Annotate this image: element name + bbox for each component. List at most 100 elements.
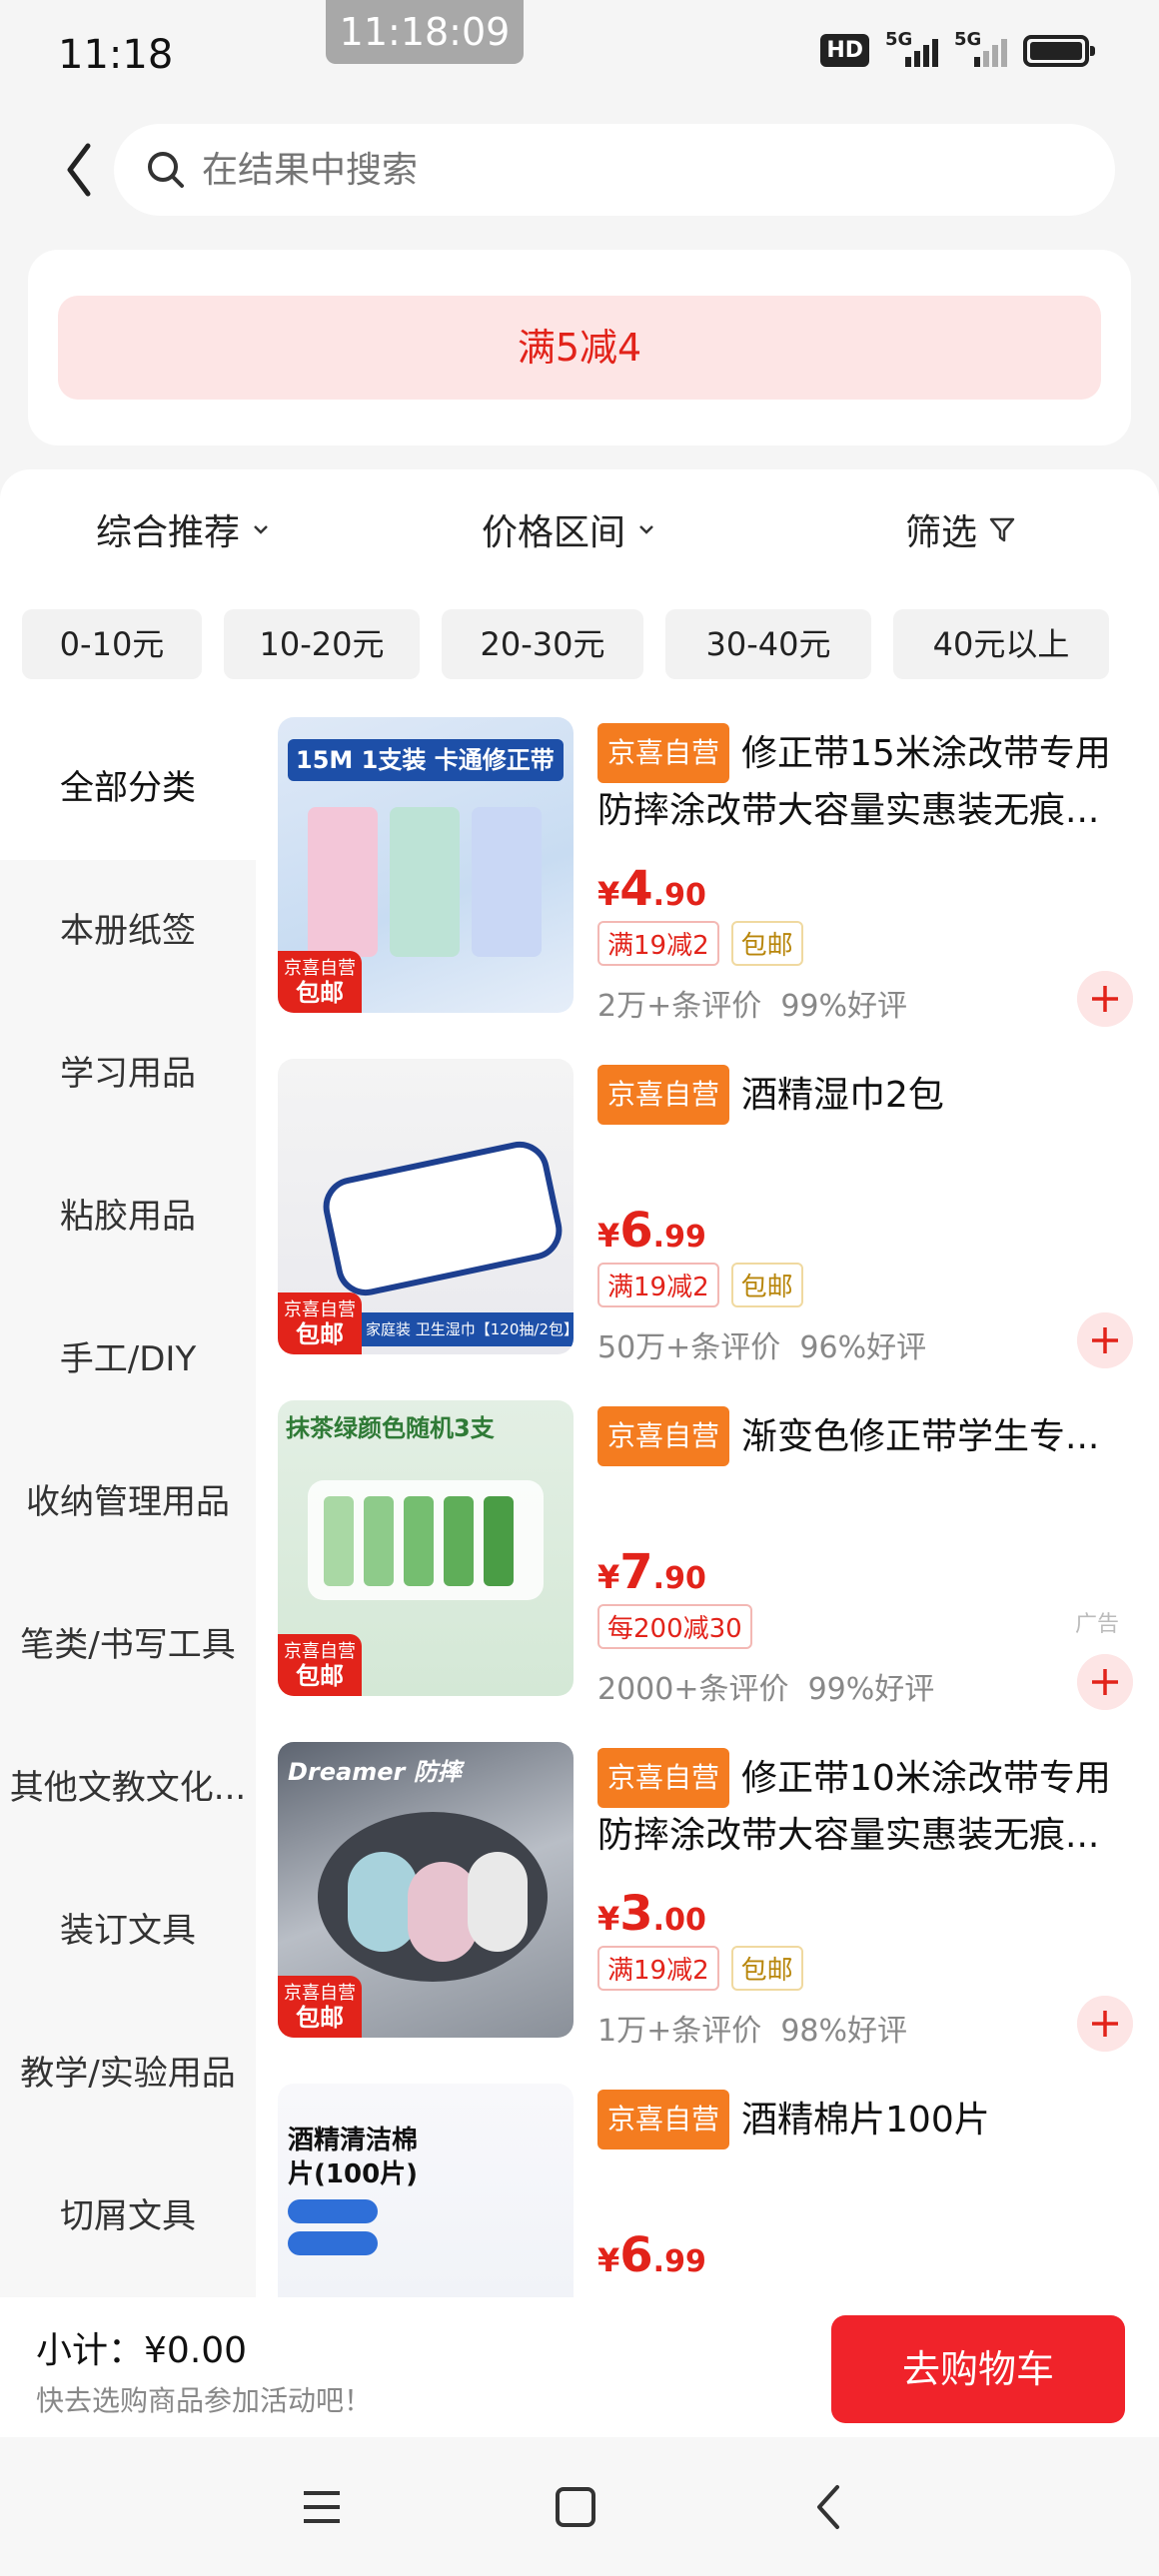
- product-title[interactable]: 京喜自营 酒精湿巾2包: [597, 1065, 1137, 1125]
- sort-label: 价格区间: [482, 512, 626, 553]
- self-operated-badge: 京喜自营: [597, 1065, 730, 1125]
- price-chip[interactable]: 0-10元: [22, 609, 202, 679]
- product-reviews: 50万+条评价 96%好评: [597, 1330, 927, 1365]
- sort-comprehensive[interactable]: 综合推荐: [96, 503, 272, 555]
- product-card[interactable]: 酒精清洁棉片(100片) 京喜自营 酒精棉片100片 ¥6.99: [256, 2084, 1159, 2297]
- product-card[interactable]: 抹茶绿颜色随机3支 京喜自营 包邮 京喜自营 渐变色修正带学生专... ¥7.90 …: [256, 1400, 1159, 1740]
- price-chip[interactable]: 30-40元: [665, 609, 871, 679]
- add-to-cart-icon[interactable]: [1077, 1312, 1133, 1368]
- search-input[interactable]: [202, 149, 1001, 191]
- header: [0, 120, 1159, 220]
- product-card[interactable]: 15M 1支装 卡通修正带 京喜自营 包邮 京喜自营 修正带15米涂改带专用防摔涂改…: [256, 717, 1159, 1057]
- chevron-down-icon: [639, 525, 653, 534]
- promo-tag: 满19减2: [597, 921, 719, 966]
- sort-label: 综合推荐: [96, 512, 241, 553]
- subtotal: 小计：¥0.00: [36, 2330, 248, 2371]
- ad-label: 广告: [1074, 1612, 1119, 1637]
- promo-tags: 满19减2 包邮: [597, 1946, 803, 1991]
- product-card[interactable]: 家庭装 卫生湿巾【120抽/2包】 京喜自营 包邮 京喜自营 酒精湿巾2包 ¥6.9…: [256, 1059, 1159, 1398]
- product-price: ¥4.90: [597, 861, 706, 917]
- thumb-badge: 京喜自营 包邮: [278, 1292, 362, 1354]
- category-item[interactable]: 笔类/书写工具: [0, 1574, 256, 1717]
- category-item[interactable]: 装订文具: [0, 1860, 256, 2003]
- promo-tag: 满19减2: [597, 1946, 719, 1991]
- product-image[interactable]: 家庭装 卫生湿巾【120抽/2包】 京喜自营 包邮: [278, 1059, 574, 1354]
- price-chip[interactable]: 40元以上: [893, 609, 1109, 679]
- add-to-cart-icon[interactable]: [1077, 971, 1133, 1027]
- cart-bar: 小计：¥0.00 快去选购商品参加活动吧！ 去购物车: [0, 2297, 1159, 2437]
- price-range-chips: 0-10元 10-20元 20-30元 30-40元 40元以上: [0, 609, 1159, 679]
- battery-icon: [1023, 34, 1095, 67]
- self-operated-badge: 京喜自营: [597, 1748, 730, 1808]
- image-caption: 家庭装 卫生湿巾【120抽/2包】: [362, 1312, 574, 1346]
- product-image[interactable]: 15M 1支装 卡通修正带 京喜自营 包邮: [278, 717, 574, 1013]
- promo-tags: 满19减2 包邮: [597, 921, 803, 966]
- product-reviews: 2000+条评价 99%好评: [597, 1672, 935, 1707]
- category-item[interactable]: 切屑文具: [0, 2146, 256, 2288]
- self-operated-badge: 京喜自营: [597, 1406, 730, 1466]
- promo-banner: 满5减4: [58, 296, 1101, 400]
- status-bar: 11:18 11:18:09 HD 5G 5G: [0, 0, 1159, 110]
- add-to-cart-icon[interactable]: [1077, 1654, 1133, 1710]
- signal-icon-1: 5G: [885, 29, 938, 67]
- self-operated-badge: 京喜自营: [597, 723, 730, 783]
- product-image[interactable]: 酒精清洁棉片(100片): [278, 2084, 574, 2297]
- back-arrow-icon[interactable]: [60, 140, 100, 200]
- thumb-badge: 京喜自营 包邮: [278, 1634, 362, 1696]
- category-item[interactable]: 粘胶用品: [0, 1146, 256, 1288]
- category-item[interactable]: 全部分类: [0, 717, 256, 860]
- promo-tags: 满19减2 包邮: [597, 1263, 803, 1307]
- add-to-cart-icon[interactable]: [1077, 1996, 1133, 2052]
- category-item[interactable]: 其他文教文化...: [0, 1717, 256, 1860]
- product-card[interactable]: Dreamer 防摔 京喜自营 包邮 京喜自营 修正带10米涂改带专用防摔涂改带大容…: [256, 1742, 1159, 2082]
- image-caption: Dreamer 防摔: [288, 1758, 462, 1786]
- search-bar[interactable]: [114, 124, 1115, 216]
- main-panel: 综合推荐 价格区间 筛选 0-10元 10-20元 20-30元 30-40元 …: [0, 469, 1159, 2297]
- category-item[interactable]: 收纳管理用品: [0, 1431, 256, 1574]
- promo-tag: 每200减30: [597, 1604, 752, 1649]
- category-item[interactable]: 教学/实验用品: [0, 2003, 256, 2146]
- go-to-cart-button[interactable]: 去购物车: [831, 2315, 1125, 2423]
- promo-card: 满5减4: [28, 250, 1131, 445]
- product-title[interactable]: 京喜自营 酒精棉片100片: [597, 2090, 1137, 2149]
- search-icon: [148, 152, 184, 188]
- product-title[interactable]: 京喜自营 修正带15米涂改带专用防摔涂改带大容量实惠装无痕...: [597, 723, 1137, 835]
- sort-price-range[interactable]: 价格区间: [482, 503, 657, 555]
- thumb-badge: 京喜自营 包邮: [278, 951, 362, 1013]
- category-sidebar: 全部分类 本册纸签 学习用品 粘胶用品 手工/DIY 收纳管理用品 笔类/书写工…: [0, 717, 256, 2297]
- product-price: ¥7.90: [597, 1544, 706, 1600]
- filter-button[interactable]: 筛选: [905, 503, 1017, 555]
- product-image[interactable]: Dreamer 防摔 京喜自营 包邮: [278, 1742, 574, 2038]
- category-item[interactable]: 本册纸签: [0, 860, 256, 1003]
- product-price: ¥6.99: [597, 1203, 706, 1259]
- sort-label: 筛选: [905, 512, 978, 553]
- shipping-tag: 包邮: [730, 1946, 803, 1991]
- price-chip[interactable]: 10-20元: [224, 609, 420, 679]
- system-nav-bar: [0, 2437, 1159, 2576]
- image-caption: 酒精清洁棉片(100片): [288, 2126, 419, 2189]
- system-icons: HD 5G 5G: [820, 29, 1095, 67]
- product-image[interactable]: 抹茶绿颜色随机3支 京喜自营 包邮: [278, 1400, 574, 1696]
- back-icon[interactable]: [799, 2477, 859, 2537]
- category-item[interactable]: 手工/DIY: [0, 1288, 256, 1431]
- cart-hint: 快去选购商品参加活动吧！: [36, 2384, 373, 2417]
- product-price: ¥3.00: [597, 1886, 706, 1942]
- price-chip[interactable]: 20-30元: [442, 609, 643, 679]
- home-icon[interactable]: [546, 2477, 605, 2537]
- product-list: 15M 1支装 卡通修正带 京喜自营 包邮 京喜自营 修正带15米涂改带专用防摔涂改…: [256, 717, 1159, 2297]
- product-title[interactable]: 京喜自营 渐变色修正带学生专...: [597, 1406, 1137, 1466]
- promo-tag: 满19减2: [597, 1263, 719, 1307]
- recording-time: 11:18:09: [326, 0, 524, 64]
- hd-icon: HD: [820, 34, 869, 67]
- product-title[interactable]: 京喜自营 修正带10米涂改带专用防摔涂改带大容量实惠装无痕...: [597, 1748, 1137, 1860]
- product-price: ¥6.99: [597, 2227, 706, 2283]
- category-item[interactable]: 学习用品: [0, 1003, 256, 1146]
- filter-icon: [989, 517, 1015, 542]
- image-caption: 15M 1支装 卡通修正带: [288, 739, 564, 781]
- shipping-tag: 包邮: [730, 1263, 803, 1307]
- menu-icon[interactable]: [292, 2477, 352, 2537]
- thumb-badge: 京喜自营 包邮: [278, 1976, 362, 2038]
- self-operated-badge: 京喜自营: [597, 2090, 730, 2149]
- clock: 11:18: [58, 32, 174, 78]
- signal-icon-2: 5G: [954, 29, 1007, 67]
